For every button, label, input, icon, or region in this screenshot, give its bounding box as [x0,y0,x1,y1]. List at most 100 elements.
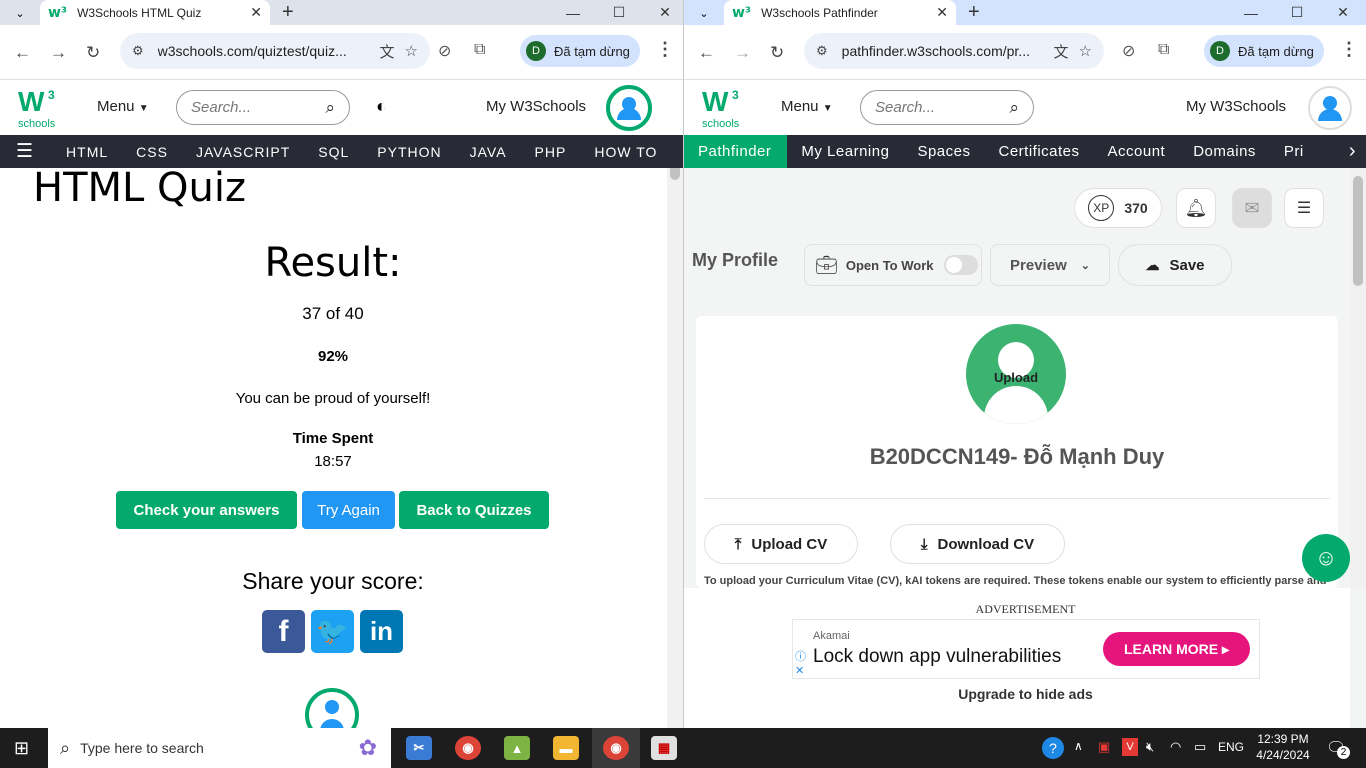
open-to-work-switch[interactable] [943,255,978,275]
taskbar-search-input[interactable]: ⌕ Type here to search ✿ [48,728,391,768]
notifications-bell-icon[interactable]: 🔔︎ [1176,188,1216,228]
messages-envelope-icon[interactable]: ✉ [1232,188,1272,228]
address-bar[interactable]: ⚙ pathfinder.w3schools.com/pr... 文 ☆ [804,33,1104,69]
right-scrollbar[interactable] [1350,168,1366,588]
active-chrome-task[interactable]: ◉ [592,728,640,768]
nav-item-account[interactable]: Account [1094,135,1180,168]
maximize-icon[interactable]: ☐ [596,4,642,21]
maximize-icon[interactable]: ☐ [1274,4,1320,21]
user-avatar-icon[interactable] [1308,86,1352,130]
reload-icon[interactable]: ↻ [86,43,100,63]
nav-item-how-to[interactable]: HOW TO [580,144,671,160]
forward-icon[interactable]: → [50,43,67,63]
user-avatar-icon[interactable] [606,85,652,131]
site-info-icon[interactable]: ⚙ [132,43,144,59]
my-w3schools-link[interactable]: My W3Schools [486,98,586,115]
close-window-icon[interactable]: ✕ [642,4,683,21]
snipping-tool-icon[interactable]: ✂ [406,736,432,760]
nav-item-sql[interactable]: SQL [304,144,363,160]
save-button[interactable]: ☁ Save [1118,244,1232,286]
windows-start-icon[interactable]: ⊞ [14,738,29,759]
minimize-icon[interactable]: — [550,5,596,21]
bookmark-star-icon[interactable]: ☆ [1079,42,1092,60]
nav-item-java[interactable]: JAVA [456,144,521,160]
nav-item-pathfinder[interactable]: Pathfinder [684,135,788,168]
twitter-share-icon[interactable]: 🐦 [311,610,354,653]
new-tab-icon[interactable]: + [968,1,980,24]
browser-menu-icon[interactable]: ⋮ [656,39,674,60]
profile-button[interactable]: D Đã tạm dừng [1204,35,1324,67]
minimize-icon[interactable]: — [1228,5,1274,21]
extension-compass-icon[interactable]: ⊘ [438,41,451,61]
nav-item-domains[interactable]: Domains [1179,135,1270,168]
bookmark-star-icon[interactable]: ☆ [405,42,418,60]
help-icon[interactable]: ? [1042,737,1064,759]
clock[interactable]: 12:39 PM 4/24/2024 [1252,731,1314,763]
show-hidden-icons-chevron-icon[interactable]: ∧ [1074,739,1083,753]
file-explorer-icon[interactable]: ▬ [553,736,579,760]
bluestacks-icon[interactable]: ▲ [504,736,530,760]
check-answers-button[interactable]: Check your answers [116,491,297,529]
wifi-icon[interactable]: ◠ [1170,739,1181,755]
search-input[interactable]: Search... ⌕ [860,90,1034,125]
upgrade-link[interactable]: Upgrade to hide ads [684,686,1366,702]
battery-icon[interactable]: ▭ [1194,739,1206,755]
dark-mode-toggle-icon[interactable]: ◐ [376,96,387,117]
search-icon[interactable]: ⌕ [1009,98,1019,118]
translate-icon[interactable]: 文 [1054,41,1069,62]
forward-icon[interactable]: → [734,43,751,63]
translate-icon[interactable]: 文 [380,41,395,62]
preview-dropdown[interactable]: Preview ⌄ [990,244,1110,286]
site-info-icon[interactable]: ⚙ [816,43,828,59]
nav-item-css[interactable]: CSS [122,144,182,160]
search-icon[interactable]: ⌕ [325,98,335,118]
tab-search-dropdown-icon[interactable]: ⌄ [690,3,718,23]
nav-item-html[interactable]: HTML [52,144,122,160]
back-icon[interactable]: ← [14,43,31,63]
facebook-share-icon[interactable]: f [262,610,305,653]
xp-badge[interactable]: XP 370 [1074,188,1162,228]
menu-button[interactable]: Menu ▼ [781,98,833,115]
nav-scroll-right-icon[interactable]: › [1339,140,1366,163]
vivaldi-tray-icon[interactable]: V [1122,738,1138,756]
chrome-icon[interactable]: ◉ [455,736,481,760]
profile-layout-icon[interactable]: ☰ [1284,188,1324,228]
extensions-puzzle-icon[interactable]: ⧉ [474,41,485,59]
hamburger-menu-icon[interactable]: ☰ [0,140,52,163]
tab-search-dropdown-icon[interactable]: ⌄ [6,3,34,23]
tab-html-quiz[interactable]: w³ W3Schools HTML Quiz ✕ [40,0,270,25]
tab-pathfinder[interactable]: w³ W3schools Pathfinder ✕ [724,0,956,25]
learn-more-button[interactable]: LEARN MORE ▸ [1103,632,1250,666]
nav-item-my-learning[interactable]: My Learning [787,135,903,168]
profile-photo-upload[interactable]: Upload [966,324,1066,424]
close-window-icon[interactable]: ✕ [1320,4,1366,21]
profile-button[interactable]: D Đã tạm dừng [520,35,640,67]
browser-menu-icon[interactable]: ⋮ [1340,39,1358,60]
my-w3schools-link[interactable]: My W3Schools [1186,98,1286,115]
pinned-app-icon[interactable]: ▦ [651,736,677,760]
nav-item-javascript[interactable]: JAVASCRIPT [182,144,304,160]
ad-info-icon[interactable]: ⓘ [795,648,806,664]
language-indicator[interactable]: ENG [1218,740,1244,754]
search-input[interactable]: Search... ⌕ [176,90,350,125]
nav-item-php[interactable]: PHP [521,144,581,160]
menu-button[interactable]: Menu ▼ [97,98,149,115]
w3schools-logo[interactable]: W 3 schools [18,88,62,131]
tray-app-icon[interactable]: ▣ [1098,739,1110,755]
close-tab-icon[interactable]: ✕ [250,4,262,21]
address-bar[interactable]: ⚙ w3schools.com/quiztest/quiz... 文 ☆ [120,33,430,69]
ad-close-icon[interactable]: ✕ [795,664,804,677]
extension-compass-icon[interactable]: ⊘ [1122,41,1135,61]
try-again-button[interactable]: Try Again [302,491,395,529]
nav-item-certificates[interactable]: Certificates [984,135,1093,168]
close-tab-icon[interactable]: ✕ [936,4,948,21]
chatbot-robot-icon[interactable]: ☺ [1302,534,1350,582]
nav-item-pri[interactable]: Pri [1270,135,1318,168]
ad-banner[interactable]: Akamai Lock down app vulnerabilities ⓘ ✕… [792,619,1260,679]
left-scrollbar[interactable] [667,168,683,728]
linkedin-share-icon[interactable]: in [360,610,403,653]
extensions-puzzle-icon[interactable]: ⧉ [1158,41,1169,59]
download-cv-button[interactable]: ⤓ Download CV [890,524,1065,564]
nav-item-python[interactable]: PYTHON [363,144,455,160]
upload-cv-button[interactable]: ⤒ Upload CV [704,524,858,564]
